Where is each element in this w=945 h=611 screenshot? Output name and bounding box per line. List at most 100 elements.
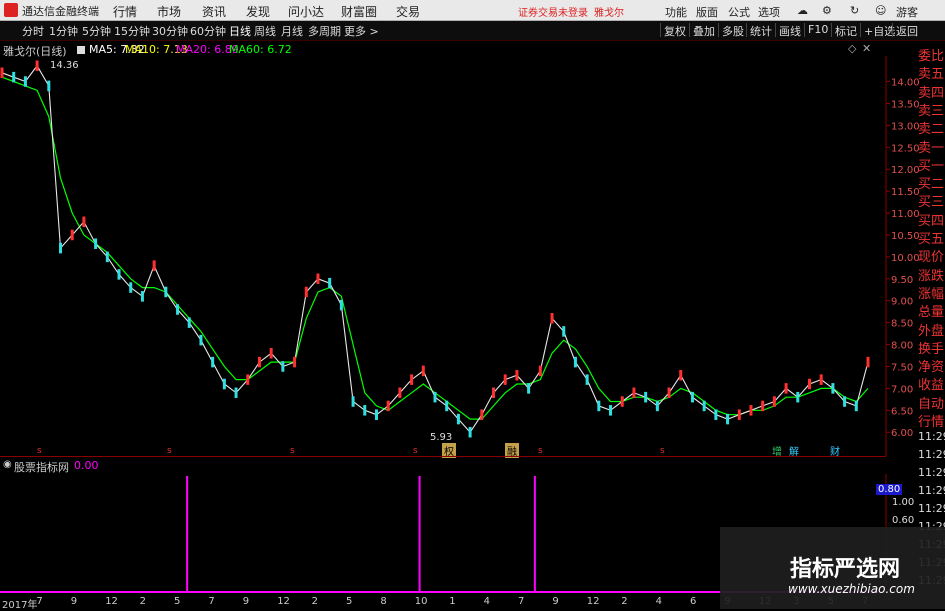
period-tab-active[interactable]: 日线: [229, 23, 251, 39]
quote-label: 外盘: [918, 323, 945, 339]
candle: [538, 365, 542, 377]
candle: [351, 396, 355, 407]
quote-label: 自动: [918, 396, 945, 412]
menu-item-news[interactable]: 资讯: [202, 3, 226, 20]
x-tick-label: 5: [174, 596, 181, 607]
candle: [35, 60, 39, 72]
candle: [854, 400, 858, 412]
menu-options[interactable]: 选项: [758, 4, 780, 20]
period-more[interactable]: 更多 >: [344, 23, 379, 39]
candle: [866, 356, 870, 368]
candle: [281, 361, 285, 372]
collapse-icon[interactable]: ◇: [848, 42, 856, 55]
candle: [807, 378, 811, 390]
period-tab[interactable]: 5分钟: [82, 23, 111, 39]
quote-label: 卖二: [918, 122, 945, 138]
quote-label: 行情: [918, 415, 945, 430]
candle: [176, 304, 180, 315]
settings-icon[interactable]: ⚙: [822, 4, 832, 17]
y-tick-label: 14.00: [891, 78, 920, 89]
candle: [772, 396, 776, 407]
menu-function[interactable]: 功能: [665, 4, 687, 20]
draw-button[interactable]: 画线: [775, 23, 804, 38]
cloud-icon[interactable]: ☁: [797, 4, 808, 17]
x-tick-label: 2: [139, 596, 146, 607]
quote-label: 卖三: [918, 103, 945, 119]
y-tick-label: 13.00: [891, 121, 920, 132]
period-tab[interactable]: 1分钟: [49, 23, 78, 39]
x-tick-label: 7: [518, 596, 525, 607]
candle: [655, 400, 659, 412]
candle: [714, 409, 718, 420]
quote-label: 买三: [918, 195, 945, 211]
app-title: 通达信金融终端: [22, 5, 99, 18]
quote-label: 卖四: [918, 85, 945, 101]
candle: [620, 396, 624, 407]
mark-button[interactable]: 标记: [831, 23, 860, 38]
candle: [12, 71, 16, 83]
close-icon[interactable]: ✕: [862, 42, 871, 55]
candle: [293, 356, 297, 368]
menu-item-trade[interactable]: 交易: [396, 3, 420, 20]
y-tick-label: 13.50: [891, 99, 920, 110]
y-tick-label: 9.50: [891, 275, 913, 286]
candle: [246, 374, 250, 385]
menu-item-quotes[interactable]: 行情: [113, 3, 137, 20]
period-tab[interactable]: 15分钟: [114, 23, 150, 39]
adjust-button[interactable]: 复权: [660, 23, 689, 38]
signal-marker: s: [538, 446, 543, 456]
high-annotation: 14.36: [50, 60, 79, 71]
login-warning[interactable]: 证券交易未登录: [518, 4, 588, 19]
y-tick-label: 9.00: [891, 297, 913, 308]
menu-item-discover[interactable]: 发现: [246, 3, 270, 20]
refresh-icon[interactable]: ↻: [850, 4, 859, 17]
menu-layout[interactable]: 版面: [696, 4, 718, 20]
price-chart[interactable]: 14.00 13.50 13.00 12.50 12.00 11.50 11.00 10.50…: [0, 56, 945, 456]
period-tab[interactable]: 60分钟: [190, 23, 226, 39]
period-tab[interactable]: 30分钟: [152, 23, 188, 39]
x-tick-label: 12: [277, 596, 290, 607]
candle: [690, 391, 694, 403]
period-tab[interactable]: 月线: [281, 23, 303, 39]
chart-options-icon[interactable]: [77, 46, 85, 54]
menu-item-ask[interactable]: 问小达: [288, 3, 324, 20]
y-tick-label: 12.50: [891, 143, 920, 154]
period-tab[interactable]: 周线: [254, 23, 276, 39]
period-tab[interactable]: 多周期: [308, 23, 341, 39]
multi-stock-button[interactable]: 多股: [718, 23, 747, 38]
f10-button[interactable]: F10: [804, 23, 831, 37]
quote-label: 净资: [918, 360, 945, 376]
quote-label: 现价: [918, 250, 945, 266]
quote-label: 换手: [918, 341, 945, 357]
overlay-button[interactable]: 叠加: [689, 23, 718, 38]
x-tick-label: 1: [449, 596, 456, 607]
candle: [503, 374, 507, 385]
candle: [187, 317, 191, 328]
indicator-tick: 1.00: [892, 497, 915, 508]
x-tick-label: 12: [105, 596, 118, 607]
candle: [199, 334, 203, 346]
y-tick-label: 8.50: [891, 319, 913, 330]
menu-item-market[interactable]: 市场: [157, 3, 181, 20]
x-tick-label: 6: [690, 596, 697, 607]
candle: [456, 413, 460, 425]
menu-formula[interactable]: 公式: [728, 4, 750, 20]
x-tick-label: 5: [346, 596, 353, 607]
y-tick-label: 8.00: [891, 341, 913, 352]
back-button[interactable]: 返回: [892, 23, 921, 38]
candle: [339, 299, 343, 311]
signal-marker: s: [290, 446, 295, 456]
guest-label[interactable]: 游客: [896, 4, 918, 20]
stats-button[interactable]: 统计: [746, 23, 775, 38]
x-tick-label: 9: [552, 596, 559, 607]
candle: [117, 269, 121, 280]
period-tab[interactable]: 分时: [22, 23, 44, 39]
menu-item-wealth[interactable]: 财富圈: [341, 3, 377, 20]
candle: [527, 383, 531, 394]
indicator-toggle-icon[interactable]: ◉: [3, 459, 12, 470]
candle: [70, 229, 74, 241]
candle: [363, 405, 367, 416]
user-icon[interactable]: ☺: [875, 4, 886, 17]
x-tick-label: 8: [380, 596, 387, 607]
time-label: 11:29: [918, 448, 945, 461]
